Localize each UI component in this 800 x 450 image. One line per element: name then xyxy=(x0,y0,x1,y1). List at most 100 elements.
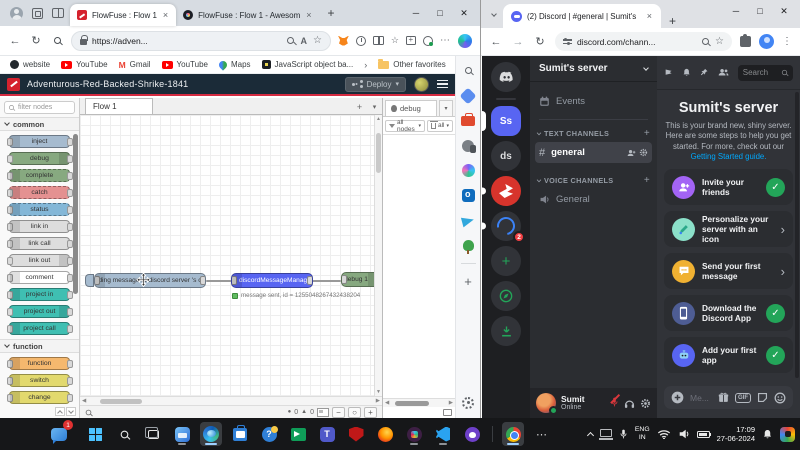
minimize-button[interactable]: ─ xyxy=(404,2,428,24)
palette-node-inject[interactable]: inject xyxy=(9,135,70,148)
drop-icon[interactable] xyxy=(461,213,476,228)
vscode-icon[interactable] xyxy=(432,422,454,446)
history-icon[interactable] xyxy=(356,36,366,46)
server-with-badge[interactable]: 2 xyxy=(482,211,530,241)
volume-icon[interactable] xyxy=(678,428,690,440)
add-server-button[interactable]: + xyxy=(482,246,530,276)
task-view-icon[interactable] xyxy=(142,422,164,446)
designer-icon[interactable] xyxy=(461,163,476,178)
scroll-right-icon[interactable]: ▶ xyxy=(376,398,380,404)
palette-node-project-call[interactable]: project call xyxy=(9,322,70,335)
tab-search-icon[interactable] xyxy=(485,5,503,25)
user-avatar[interactable] xyxy=(536,393,556,413)
favorite-star-icon[interactable]: ☆ xyxy=(313,35,322,46)
bookmark-youtube[interactable]: YouTube xyxy=(61,60,107,69)
edge-taskbar-icon[interactable] xyxy=(200,422,222,446)
new-tab-button[interactable]: + xyxy=(320,6,343,20)
search-icon[interactable] xyxy=(50,37,64,44)
new-tab-button[interactable]: + xyxy=(661,14,684,28)
palette-node-project-out[interactable]: project out xyxy=(9,305,70,318)
getting-started-link[interactable]: Getting Started guide. xyxy=(691,152,767,161)
screen-recorder-tray-icon[interactable] xyxy=(780,427,795,442)
start-button[interactable] xyxy=(84,422,106,446)
taskbar-overflow-icon[interactable]: ⋯ xyxy=(531,422,553,446)
home-server-item[interactable] xyxy=(482,62,530,92)
main-scrollbar[interactable] xyxy=(795,92,799,378)
firefox-icon[interactable] xyxy=(374,422,396,446)
grow-icon[interactable] xyxy=(461,238,476,253)
workspaces-icon[interactable] xyxy=(32,8,43,19)
tab-flowfuse-flow1[interactable]: FlowFuse : Flow 1 × xyxy=(70,4,176,26)
zoom-out-button[interactable]: − xyxy=(332,407,345,418)
address-bar[interactable]: discord.com/chann... ☆ xyxy=(555,32,732,51)
search-input[interactable]: Search xyxy=(738,65,793,81)
maximize-button[interactable]: □ xyxy=(748,0,772,22)
zoom-reset-button[interactable]: ○ xyxy=(348,407,361,418)
zoom-in-button[interactable]: + xyxy=(364,407,377,418)
create-channel-icon[interactable]: + xyxy=(644,175,650,186)
games-icon[interactable] xyxy=(461,138,476,153)
scroll-left-icon[interactable]: ◀ xyxy=(385,400,389,406)
debug-hscroll-thumb[interactable] xyxy=(395,401,429,406)
deafen-icon[interactable] xyxy=(624,398,635,409)
copilot-icon[interactable] xyxy=(458,34,472,48)
collections-icon[interactable] xyxy=(406,36,416,45)
bookmark-gmail[interactable]: MGmail xyxy=(119,60,151,70)
tools-icon[interactable] xyxy=(461,113,476,128)
members-icon[interactable] xyxy=(718,68,729,76)
forward-icon[interactable]: → xyxy=(511,36,525,48)
canvas-hscroll-thumb[interactable] xyxy=(100,399,142,404)
customize-sidebar-icon[interactable]: + xyxy=(461,274,476,289)
palette-node-status[interactable]: status xyxy=(9,203,70,216)
microphone-tray-icon[interactable] xyxy=(619,429,628,439)
attach-plus-icon[interactable] xyxy=(671,391,684,404)
browser-essentials-icon[interactable] xyxy=(423,36,433,46)
inject-trigger-button[interactable] xyxy=(85,274,94,287)
metamask-extension-icon[interactable] xyxy=(338,36,349,46)
canvas-vscroll-thumb[interactable] xyxy=(376,133,381,173)
navigator-toggle-icon[interactable] xyxy=(317,408,329,417)
sidebar-settings-icon[interactable] xyxy=(461,395,476,410)
text-channels-category[interactable]: TEXT CHANNELS + xyxy=(535,126,652,141)
palette-node-project-in[interactable]: project in xyxy=(9,288,70,301)
voice-channels-category[interactable]: VOICE CHANNELS + xyxy=(535,173,652,188)
language-indicator[interactable]: ENGIN xyxy=(635,426,650,442)
server-header[interactable]: Sumit's server xyxy=(530,56,657,82)
chrome-menu-icon[interactable]: ⋮ xyxy=(782,36,792,47)
gif-picker-icon[interactable]: GIF xyxy=(735,393,751,403)
mute-mic-icon[interactable] xyxy=(610,394,619,412)
debug-clear-filter[interactable]: all▾ xyxy=(427,120,453,132)
close-tab-icon[interactable]: × xyxy=(162,10,169,20)
palette-node-link-in[interactable]: link in xyxy=(9,220,70,233)
tab-flowfuse-awesome[interactable]: FlowFuse : Flow 1 - Awesom × xyxy=(176,4,319,26)
address-bar[interactable]: https://adven... A ☆ xyxy=(71,31,331,51)
palette-category-function[interactable]: function xyxy=(0,339,79,353)
bookmark-js-object[interactable]: JavaScript object ba... xyxy=(262,60,354,69)
deploy-button[interactable]: Deploy ▾ xyxy=(345,77,406,92)
mcafee-icon[interactable] xyxy=(345,422,367,446)
wifi-icon[interactable] xyxy=(657,429,671,440)
tab-actions-icon[interactable] xyxy=(52,8,64,18)
palette-node-change[interactable]: change xyxy=(9,391,70,404)
discord-home-icon[interactable] xyxy=(491,62,521,92)
palette-node-catch[interactable]: catch xyxy=(9,186,70,199)
back-icon[interactable]: ← xyxy=(8,35,22,47)
debug-tab[interactable]: debug xyxy=(385,100,437,116)
palette-node-debug[interactable]: debug xyxy=(9,152,70,165)
maximize-button[interactable]: □ xyxy=(428,2,452,24)
palette-node-function[interactable]: function xyxy=(9,357,70,370)
extensions-icon[interactable] xyxy=(740,36,751,47)
emoji-icon[interactable] xyxy=(774,392,786,404)
sidebar-tabs-caret[interactable]: ▾ xyxy=(439,100,453,116)
chrome-taskbar-icon[interactable] xyxy=(502,422,524,446)
channel-general[interactable]: # general xyxy=(535,142,652,163)
bookmark-youtube-2[interactable]: YouTube xyxy=(162,60,208,69)
flow-list-caret[interactable]: ▾ xyxy=(367,99,382,114)
meet-icon[interactable] xyxy=(287,422,309,446)
server-sumits-server[interactable]: Ss xyxy=(482,106,530,136)
help-icon[interactable]: ? xyxy=(258,422,280,446)
palette-scrollbar[interactable] xyxy=(73,134,78,294)
close-button[interactable]: ✕ xyxy=(772,0,796,22)
bookmarks-overflow-icon[interactable]: › xyxy=(364,60,367,70)
outlook-icon[interactable] xyxy=(461,188,476,203)
